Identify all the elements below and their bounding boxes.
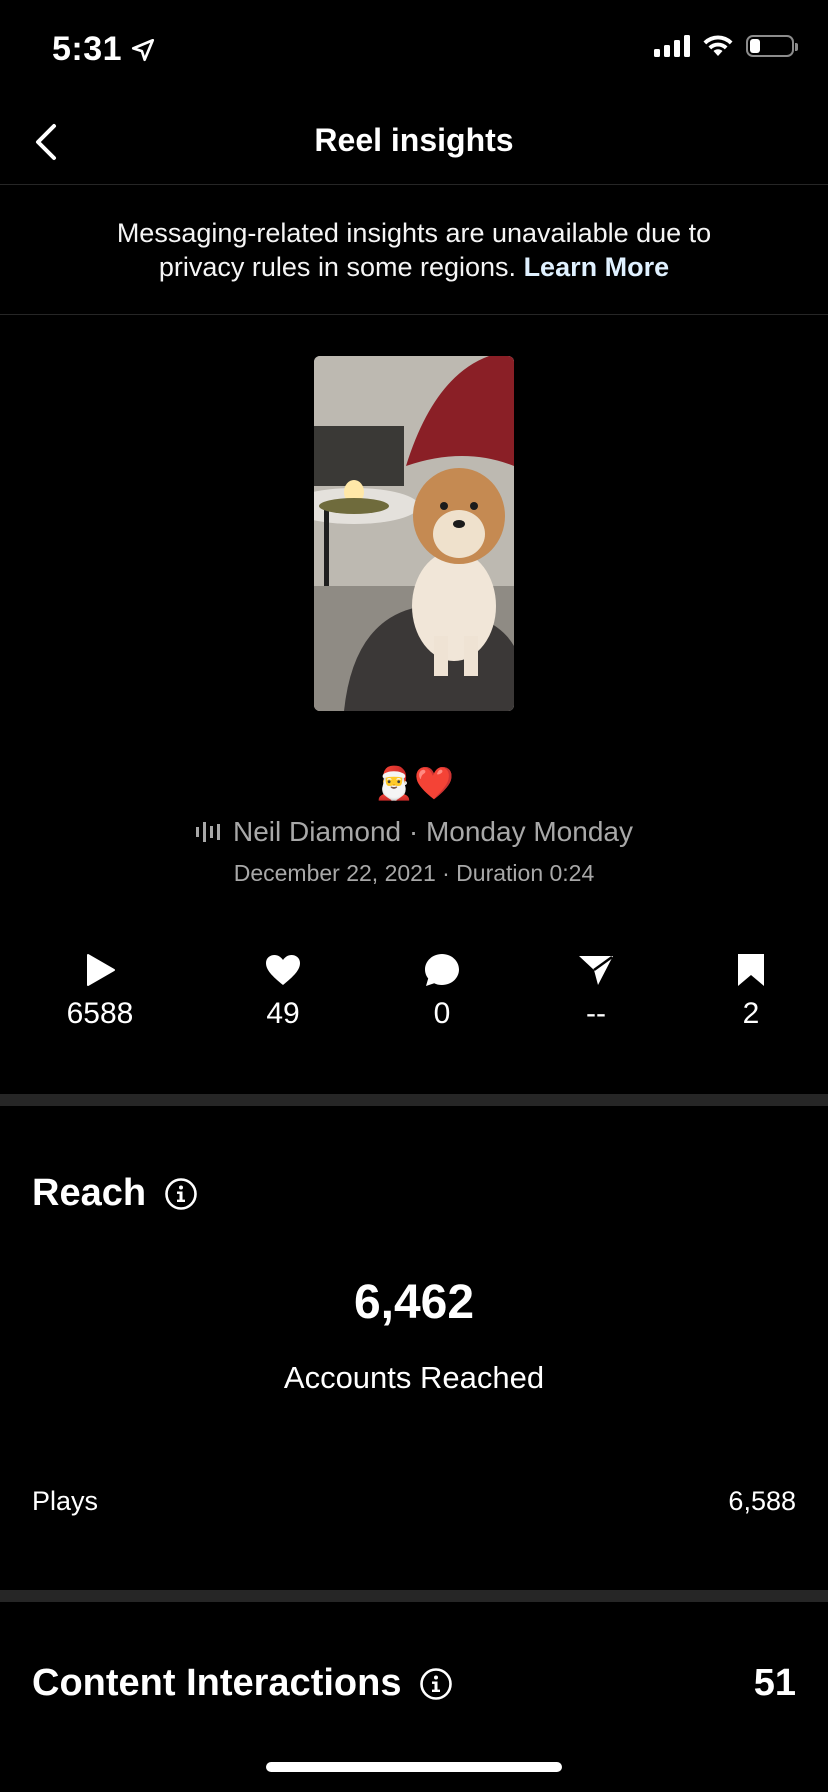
content-interactions-title: Content Interactions <box>32 1662 402 1704</box>
shares-stat: -- <box>516 950 676 1032</box>
battery-level <box>750 39 760 53</box>
reel-caption: 🎅❤️ <box>374 765 454 801</box>
likes-stat: 49 <box>203 950 363 1032</box>
plays-count: 6588 <box>66 997 134 1030</box>
status-time: 5:31 <box>52 30 156 69</box>
reach-section-title: Reach <box>32 1172 198 1215</box>
cellular-signal-icon <box>654 35 690 57</box>
likes-count: 49 <box>266 997 300 1030</box>
home-indicator[interactable] <box>266 1762 562 1772</box>
plays-label: Plays <box>32 1486 99 1516</box>
status-time-text: 5:31 <box>52 30 123 68</box>
section-divider <box>0 1094 828 1106</box>
saves-stat: 2 <box>671 950 828 1032</box>
audio-text: Neil Diamond · Monday Monday <box>233 816 633 847</box>
reel-insights-screen: 5:31 Reel insights Messaging-related ins… <box>0 0 828 1792</box>
plays-stat: 6588 <box>20 950 180 1032</box>
comments-stat: 0 <box>362 950 522 1032</box>
bookmark-icon <box>738 954 764 986</box>
wifi-icon <box>703 35 733 56</box>
audio-waveform-icon <box>196 822 221 842</box>
comments-count: 0 <box>433 997 451 1030</box>
reel-stats-row: 6588 49 0 -- 2 <box>0 950 828 1040</box>
learn-more-link[interactable]: Learn More <box>524 252 670 282</box>
battery-icon <box>746 35 798 57</box>
reel-thumbnail[interactable] <box>314 356 514 711</box>
reach-info-icon[interactable] <box>164 1177 198 1211</box>
content-interactions-value: 51 <box>753 1662 796 1704</box>
dog-image <box>314 356 514 711</box>
location-arrow-icon <box>132 38 155 61</box>
status-bar: 5:31 <box>0 0 828 100</box>
plays-row: Plays 6,588 <box>32 1486 796 1517</box>
status-indicators <box>654 34 798 58</box>
reel-date-duration: December 22, 2021 · Duration 0:24 <box>233 860 595 886</box>
content-interactions-info-icon[interactable] <box>419 1667 453 1701</box>
heart-icon <box>266 955 300 985</box>
accounts-reached-label: Accounts Reached <box>283 1360 545 1395</box>
comment-icon <box>425 954 459 986</box>
navigation-header: Reel insights <box>0 100 828 185</box>
page-title: Reel insights <box>314 122 514 158</box>
saves-count: 2 <box>742 997 760 1030</box>
section-divider <box>0 1590 828 1602</box>
accounts-reached-value: 6,462 <box>353 1276 475 1329</box>
audio-attribution[interactable]: Neil Diamond · Monday Monday <box>0 816 828 848</box>
share-icon <box>579 955 613 985</box>
privacy-notice: Messaging-related insights are unavailab… <box>0 185 828 315</box>
reach-title: Reach <box>32 1172 147 1214</box>
shares-count: -- <box>586 997 606 1030</box>
play-icon <box>87 954 115 986</box>
plays-value: 6,588 <box>728 1486 796 1516</box>
content-interactions-section-title: Content Interactions <box>32 1662 453 1705</box>
